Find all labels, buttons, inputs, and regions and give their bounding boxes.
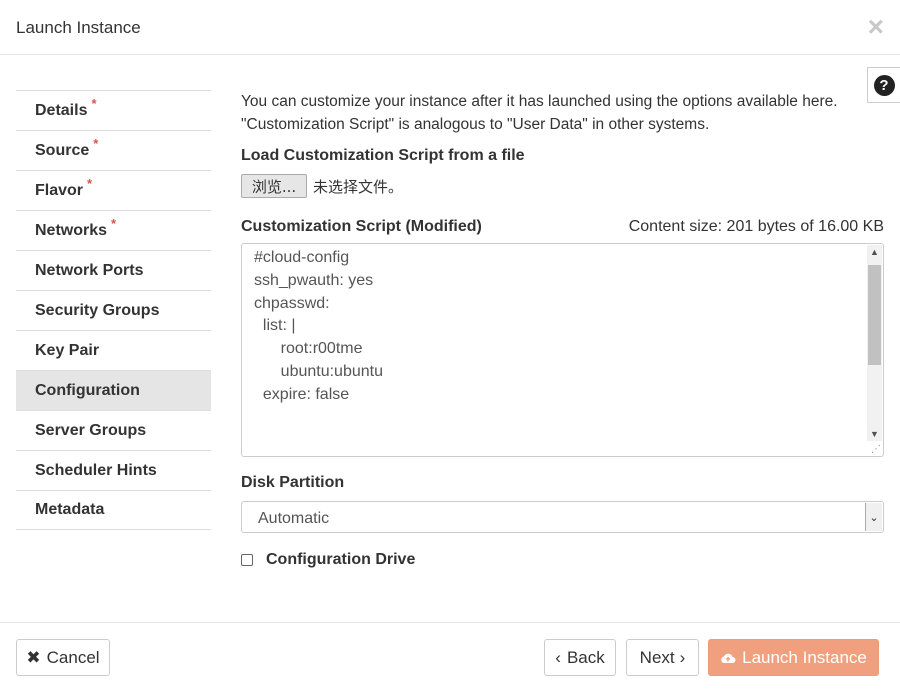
sidebar-item-source[interactable]: Source * [16, 130, 211, 170]
file-upload: 浏览... 未选择文件。 [241, 174, 403, 198]
close-icon[interactable]: × [868, 13, 884, 41]
back-label: Back [566, 647, 605, 667]
close-icon: ✖ [26, 647, 41, 667]
sidebar-item-metadata[interactable]: Metadata [16, 490, 211, 530]
back-button[interactable]: ‹ Back [544, 639, 616, 676]
sidebar-item-label: Key Pair [35, 341, 100, 359]
sidebar-item-label: Flavor [35, 181, 84, 199]
config-drive-row: Configuration Drive [241, 551, 415, 569]
disk-partition-label: Disk Partition [241, 474, 345, 491]
chevron-right-icon: › [679, 647, 686, 667]
scroll-up-icon[interactable]: ▲ [867, 247, 882, 257]
sidebar-item-label: Server Groups [35, 421, 147, 439]
intro-text: You can customize your instance after it… [241, 90, 884, 136]
browse-button[interactable]: 浏览... [241, 174, 307, 198]
launch-label: Launch Instance [742, 647, 867, 667]
configuration-panel: You can customize your instance after it… [241, 90, 884, 568]
sidebar-item-label: Metadata [35, 501, 105, 518]
disk-partition-value: Automatic [258, 510, 330, 527]
scrollbar-thumb[interactable] [868, 265, 881, 365]
sidebar-item-details[interactable]: Details * [16, 90, 211, 130]
sidebar-item-label: Details [35, 101, 88, 119]
sidebar-item-label: Network Ports [35, 261, 144, 279]
next-label: Next [639, 647, 675, 667]
script-content: #cloud-config ssh_pwauth: yes chpasswd: … [254, 249, 383, 403]
sidebar-item-network-ports[interactable]: Network Ports [16, 250, 211, 290]
cancel-button[interactable]: ✖ Cancel [16, 639, 110, 676]
chevron-left-icon: ‹ [555, 647, 561, 667]
config-drive-label[interactable]: Configuration Drive [266, 551, 415, 569]
wizard-sidebar: Details * Source * Flavor * Networks * N… [16, 90, 211, 530]
sidebar-item-networks[interactable]: Networks * [16, 210, 211, 250]
sidebar-item-label: Security Groups [35, 301, 160, 319]
chevron-down-icon: ⌄ [865, 503, 882, 531]
modal-footer: ✖ Cancel ‹ Back Next › Launch Instance [0, 622, 900, 691]
intro-line-1: You can customize your instance after it… [241, 93, 838, 110]
textarea-scrollbar[interactable]: ▲ ▼ [867, 245, 882, 441]
sidebar-item-scheduler-hints[interactable]: Scheduler Hints [16, 450, 211, 490]
required-asterisk: * [93, 136, 99, 151]
next-button[interactable]: Next › [626, 639, 699, 676]
required-asterisk: * [91, 96, 97, 111]
sidebar-item-label: Configuration [35, 381, 140, 399]
sidebar-item-server-groups[interactable]: Server Groups [16, 410, 211, 450]
sidebar-item-key-pair[interactable]: Key Pair [16, 330, 211, 370]
launch-instance-button[interactable]: Launch Instance [708, 639, 879, 676]
disk-partition-select[interactable]: Automatic ⌄ [241, 501, 884, 533]
required-asterisk: * [87, 176, 93, 191]
script-label: Customization Script (Modified) [241, 218, 482, 235]
intro-line-2: "Customization Script" is analogous to "… [241, 116, 710, 133]
sidebar-item-configuration[interactable]: Configuration [16, 370, 211, 410]
script-header: Customization Script (Modified) Content … [241, 218, 884, 236]
modal-header: Launch Instance × [0, 0, 900, 55]
launch-instance-modal: Launch Instance × ? Details * Source * F… [0, 0, 900, 691]
config-drive-checkbox[interactable] [241, 554, 253, 566]
load-script-label: Load Customization Script from a file [241, 147, 525, 164]
sidebar-item-label: Networks [35, 221, 108, 239]
sidebar-item-label: Scheduler Hints [35, 461, 157, 479]
sidebar-item-label: Source [35, 141, 90, 159]
modal-title: Launch Instance [16, 18, 141, 37]
resize-handle-icon[interactable]: ⋰ [871, 444, 881, 455]
cloud-upload-icon [721, 653, 736, 663]
cancel-label: Cancel [46, 647, 100, 667]
sidebar-item-flavor[interactable]: Flavor * [16, 170, 211, 210]
file-status: 未选择文件。 [313, 177, 404, 196]
scroll-down-icon[interactable]: ▼ [867, 429, 882, 439]
customization-script-textarea[interactable]: #cloud-config ssh_pwauth: yes chpasswd: … [241, 243, 884, 457]
required-asterisk: * [111, 216, 117, 231]
content-size: Content size: 201 bytes of 16.00 KB [628, 218, 884, 235]
sidebar-item-security-groups[interactable]: Security Groups [16, 290, 211, 330]
